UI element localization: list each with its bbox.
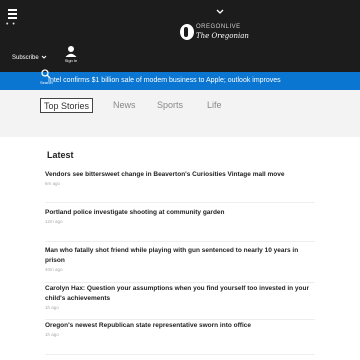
menu-icon xyxy=(8,9,17,11)
menu-icon-bar xyxy=(8,13,17,15)
logo-top-text: OREGONLIVE xyxy=(196,24,241,30)
story-title[interactable]: Oregon's newest Republican state represe… xyxy=(45,321,315,331)
story-time: 40m ago xyxy=(45,267,63,272)
story-item[interactable]: Portland police investigate shooting at … xyxy=(45,208,315,242)
subscribe-button[interactable]: Subscribe xyxy=(12,55,47,61)
site-header: • • OREGONLIVE The Oregonian Subscribe S… xyxy=(0,0,360,72)
subscribe-label: Subscribe xyxy=(12,55,39,62)
latest-stories-panel: Latest Vendors see bittersweet change in… xyxy=(40,137,316,360)
story-time: 1h ago xyxy=(45,332,59,337)
story-item[interactable]: Carolyn Hax: Question your assumptions w… xyxy=(45,284,315,320)
story-title[interactable]: Carolyn Hax: Question your assumptions w… xyxy=(45,284,315,304)
logo-mark xyxy=(180,24,194,40)
hamburger-menu-button[interactable]: • • xyxy=(6,6,20,28)
story-time: 6m ago xyxy=(45,181,61,186)
story-item[interactable]: Vendors see bittersweet change in Beaver… xyxy=(45,170,315,203)
breaking-news-ticker[interactable]: Search Intel confirms $1 billion sale of… xyxy=(0,69,360,90)
tab-news[interactable]: News xyxy=(113,98,136,113)
menu-icon-bar xyxy=(8,17,17,19)
sign-in-label: Sign In xyxy=(64,58,78,63)
story-item[interactable]: Man who fatally shot friend while playin… xyxy=(45,246,315,283)
story-title[interactable]: Man who fatally shot friend while playin… xyxy=(45,246,315,266)
tab-sports[interactable]: Sports xyxy=(157,98,183,113)
chevron-down-icon xyxy=(42,55,47,59)
story-time: 1h ago xyxy=(45,305,59,310)
section-tabs: Top Stories News Sports Life xyxy=(0,90,360,137)
tab-life[interactable]: Life xyxy=(207,98,222,113)
story-time: 12m ago xyxy=(45,219,63,224)
story-item[interactable]: Oregon's newest Republican state represe… xyxy=(45,321,315,355)
story-title[interactable]: Vendors see bittersweet change in Beaver… xyxy=(45,170,315,180)
tab-top-stories[interactable]: Top Stories xyxy=(40,98,94,113)
logo-bottom-text: The Oregonian xyxy=(196,32,249,40)
page: • • OREGONLIVE The Oregonian Subscribe S… xyxy=(0,0,360,360)
user-icon xyxy=(65,46,77,57)
chevron-down-icon[interactable] xyxy=(212,7,228,17)
menu-dots: • • xyxy=(6,21,16,28)
sign-in-button[interactable]: Sign In xyxy=(62,45,80,65)
story-title[interactable]: Portland police investigate shooting at … xyxy=(45,208,315,218)
ticker-headline[interactable]: Intel confirms $1 billion sale of modem … xyxy=(48,77,281,84)
site-logo[interactable]: OREGONLIVE The Oregonian xyxy=(180,22,249,44)
latest-heading: Latest xyxy=(47,150,74,160)
